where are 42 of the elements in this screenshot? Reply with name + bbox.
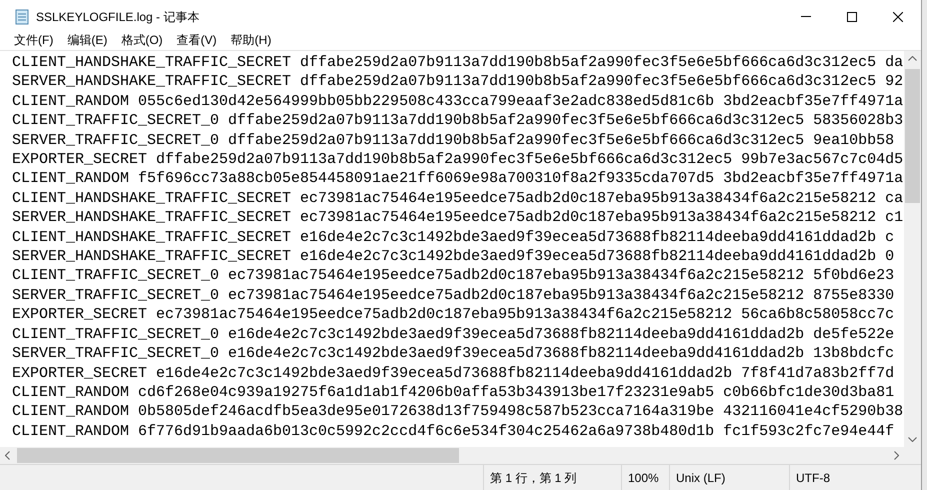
menu-item[interactable]: 格式(O) (115, 33, 169, 48)
text-line: CLIENT_RANDOM 0b5805def246acdfb5ea3de95e0172638d13f759498c587b523cca7164a319be 432116041e4cf5290b38 (12, 402, 904, 422)
scrollbar-thumb[interactable] (905, 69, 920, 203)
text-line: SERVER_HANDSHAKE_TRAFFIC_SECRET ec73981ac75464e195eedce75adb2d0c187eba95b913a38434f6a2c215e58212 c1 (12, 208, 904, 228)
text-line: SERVER_HANDSHAKE_TRAFFIC_SECRET dffabe259d2a07b9113a7dd190b8b5af2a990fec3f5e6e5bf666ca6d3c312ec5 92 (12, 72, 904, 92)
text-line: CLIENT_TRAFFIC_SECRET_0 ec73981ac75464e195eedce75adb2d0c187eba95b913a38434f6a2c215e58212 5f0bd6e23 (12, 266, 894, 286)
maximize-icon (847, 12, 857, 22)
status-text: Unix (LF) (669, 464, 789, 490)
scroll-up-icon (908, 56, 917, 61)
scroll-down-icon (908, 437, 917, 442)
text-line: CLIENT_RANDOM f5f696cc73a88cb05e854458091ae21ff6069e98a700310f8a2f9335cda707d5 3bd2eacbf35e7ff4971a (12, 169, 904, 189)
scroll-right-icon (894, 451, 899, 460)
scrollbar-thumb[interactable] (17, 448, 459, 463)
horizontal-scrollbar[interactable] (0, 447, 904, 464)
minimize-icon (801, 16, 811, 17)
menu-item[interactable]: 文件(F) (8, 33, 60, 48)
menu-item[interactable]: 编辑(E) (61, 33, 114, 48)
text-line: SERVER_TRAFFIC_SECRET_0 dffabe259d2a07b9113a7dd190b8b5af2a990fec3f5e6e5bf666ca6d3c312ec5 9ea10bb58 (12, 130, 894, 150)
menu-item[interactable]: 查看(V) (170, 33, 223, 48)
text-line: CLIENT_TRAFFIC_SECRET_0 dffabe259d2a07b9113a7dd190b8b5af2a990fec3f5e6e5bf666ca6d3c312ec5 58356028b3 (12, 111, 904, 131)
text-line: SERVER_HANDSHAKE_TRAFFIC_SECRET e16de4e2c7c3c1492bde3aed9f39ecea5d73688fb82114deeba9dd4161ddad2b 0 (12, 247, 894, 266)
text-line: EXPORTER_SECRET ec73981ac75464e195eedce75adb2d0c187eba95b913a38434f6a2c215e58212 56ca6b8c58058cc7c (12, 305, 894, 325)
vertical-scrollbar[interactable] (904, 51, 921, 447)
status-text: UTF-8 (789, 464, 905, 490)
notepad-icon (14, 8, 30, 24)
text-line: CLIENT_RANDOM 055c6ed130d42e564999bb05bb229508c433cca799eaaf3e2adc838ed5d81c6b 3bd2eacbf35e7ff4971a (12, 92, 904, 112)
text-line: CLIENT_TRAFFIC_SECRET_0 e16de4e2c7c3c1492bde3aed9f39ecea5d73688fb82114deeba9dd4161ddad2b de5fe522e (12, 324, 894, 344)
text-line: EXPORTER_SECRET e16de4e2c7c3c1492bde3aed9f39ecea5d73688fb82114deeba9dd4161ddad2b 7f8f41d7a83b2ff7d (12, 364, 894, 383)
text-line: SERVER_TRAFFIC_SECRET_0 ec73981ac75464e195eedce75adb2d0c187eba95b913a38434f6a2c215e58212 8755e8330 (12, 286, 894, 306)
text-line: CLIENT_HANDSHAKE_TRAFFIC_SECRET dffabe259d2a07b9113a7dd190b8b5af2a990fec3f5e6e5bf666ca6d3c312ec5 da (12, 53, 904, 72)
window-title: SSLKEYLOGFILE.log - 记事本 (36, 8, 200, 26)
text-line: CLIENT_HANDSHAKE_TRAFFIC_SECRET e16de4e2c7c3c1492bde3aed9f39ecea5d73688fb82114deeba9dd4161ddad2b c (12, 228, 894, 248)
status-text: 第 1 行，第 1 列 (483, 464, 621, 490)
close-icon (893, 12, 903, 22)
text-line: CLIENT_RANDOM cd6f268e04c939a19275f6a1d1ab1f4206b0affa53b343913be17f23231e9ab5 c0b66bfc1de30d3ba81 (12, 382, 894, 402)
text-line: CLIENT_RANDOM 6f776d91b9aada6b013c0c5992c2ccd4f6c6e534f304c25462a6a9738b480d1b fc1f593c2fc7e94e44f (12, 422, 894, 442)
scroll-left-icon (5, 451, 10, 460)
menu-item[interactable]: 帮助(H) (224, 33, 278, 48)
status-text: 100% (621, 464, 669, 490)
text-line: EXPORTER_SECRET dffabe259d2a07b9113a7dd190b8b5af2a990fec3f5e6e5bf666ca6d3c312ec5 99b7e3ac567c7c04d5 (12, 150, 904, 170)
text-line: CLIENT_HANDSHAKE_TRAFFIC_SECRET ec73981ac75464e195eedce75adb2d0c187eba95b913a38434f6a2c215e58212 ca (12, 188, 904, 208)
text-line: SERVER_TRAFFIC_SECRET_0 e16de4e2c7c3c1492bde3aed9f39ecea5d73688fb82114deeba9dd4161ddad2b 13b8bdcfc (12, 344, 894, 364)
